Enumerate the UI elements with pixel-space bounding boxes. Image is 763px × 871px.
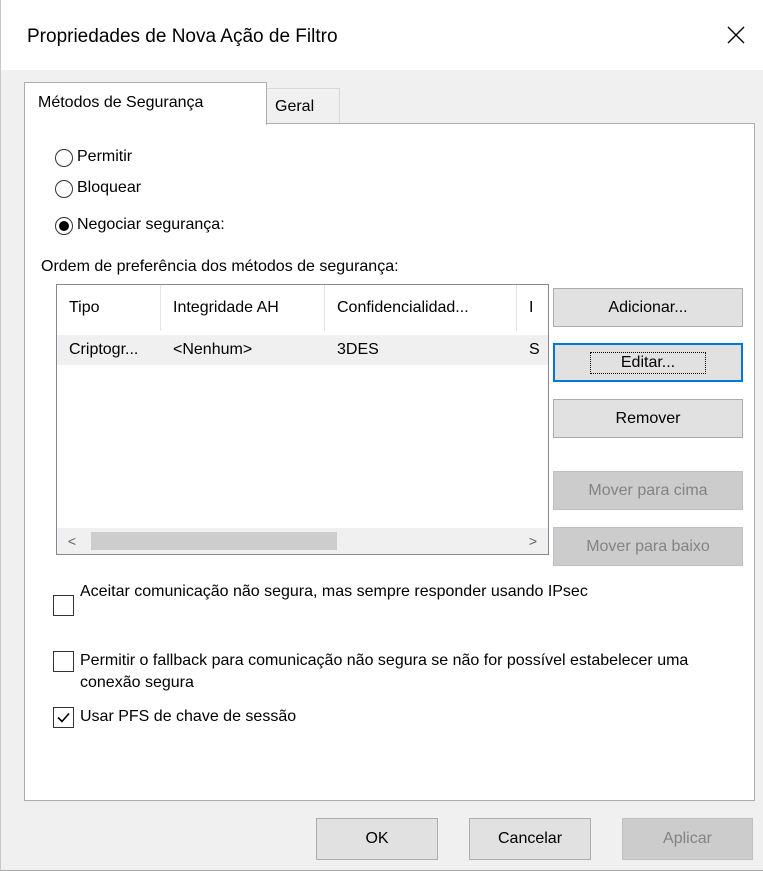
move-down-button[interactable]: Mover para baixo <box>553 527 743 566</box>
column-header-confidencialidade[interactable]: Confidencialidad... <box>325 285 517 331</box>
tab-label: Geral <box>275 98 315 115</box>
close-icon <box>727 26 745 44</box>
add-button[interactable]: Adicionar... <box>553 288 743 327</box>
radio-label: Bloquear <box>77 179 142 196</box>
tab-geral[interactable]: Geral <box>265 88 340 124</box>
checkbox-accept-unsecure[interactable]: Aceitar comunicação não segura, mas semp… <box>53 581 693 616</box>
checkbox-label: Usar PFS de chave de sessão <box>80 708 297 725</box>
radio-button[interactable] <box>55 149 73 167</box>
radio-button[interactable] <box>55 217 73 235</box>
scroll-left-icon[interactable]: < <box>57 528 87 554</box>
checkbox-allow-fallback[interactable]: Permitir o fallback para comunicação não… <box>53 650 713 694</box>
cell-integridade-ah: <Nenhum> <box>173 341 253 358</box>
scroll-right-icon[interactable]: > <box>518 528 548 554</box>
table-row[interactable]: Criptogr... <Nenhum> 3DES S <box>57 335 548 365</box>
cell-confidencialidade: 3DES <box>337 341 379 358</box>
scrollbar-thumb[interactable] <box>91 532 337 550</box>
tab-metodos-de-seguranca[interactable]: Métodos de Segurança <box>24 82 267 125</box>
cancel-button[interactable]: Cancelar <box>469 818 591 860</box>
radio-label: Permitir <box>77 148 133 165</box>
horizontal-scrollbar[interactable]: < > <box>57 528 548 554</box>
radio-bloquear[interactable]: Bloquear <box>55 179 141 198</box>
checkbox[interactable] <box>53 651 74 672</box>
radio-button[interactable] <box>55 180 73 198</box>
tab-panel: Permitir Bloquear Negociar segurança: Or… <box>24 123 755 801</box>
radio-permitir[interactable]: Permitir <box>55 148 132 167</box>
apply-button[interactable]: Aplicar <box>622 818 753 860</box>
move-up-button[interactable]: Mover para cima <box>553 471 743 510</box>
checkbox[interactable] <box>53 595 74 616</box>
checkbox[interactable] <box>53 707 74 728</box>
title-bar: Propriedades de Nova Ação de Filtro <box>1 0 763 70</box>
column-header-integridade-ah[interactable]: Integridade AH <box>161 285 325 331</box>
remove-button[interactable]: Remover <box>553 399 743 438</box>
checkbox-label: Permitir o fallback para comunicação não… <box>80 652 689 691</box>
cell-tipo: Criptogr... <box>69 341 139 358</box>
checkmark-icon <box>57 712 70 723</box>
edit-button-label: Editar... <box>589 351 707 374</box>
tab-label: Métodos de Segurança <box>38 94 204 111</box>
methods-list-label: Ordem de preferência dos métodos de segu… <box>41 258 399 275</box>
ok-button[interactable]: OK <box>316 818 438 860</box>
checkbox-use-pfs[interactable]: Usar PFS de chave de sessão <box>53 706 296 728</box>
list-header: Tipo Integridade AH Confidencialidad... … <box>57 285 548 331</box>
cell-integridade-esp: S <box>529 341 540 358</box>
radio-label: Negociar segurança: <box>77 216 225 233</box>
edit-button[interactable]: Editar... <box>553 343 743 382</box>
dialog-title: Propriedades de Nova Ação de Filtro <box>27 26 338 47</box>
dialog-window: Propriedades de Nova Ação de Filtro Méto… <box>0 0 763 871</box>
close-button[interactable] <box>709 8 763 62</box>
checkbox-label: Aceitar comunicação não segura, mas semp… <box>80 583 588 600</box>
security-methods-list[interactable]: Tipo Integridade AH Confidencialidad... … <box>56 284 549 555</box>
radio-negociar-seguranca[interactable]: Negociar segurança: <box>55 216 225 235</box>
column-header-integridade-esp[interactable]: I <box>517 285 548 331</box>
column-header-tipo[interactable]: Tipo <box>57 285 161 331</box>
